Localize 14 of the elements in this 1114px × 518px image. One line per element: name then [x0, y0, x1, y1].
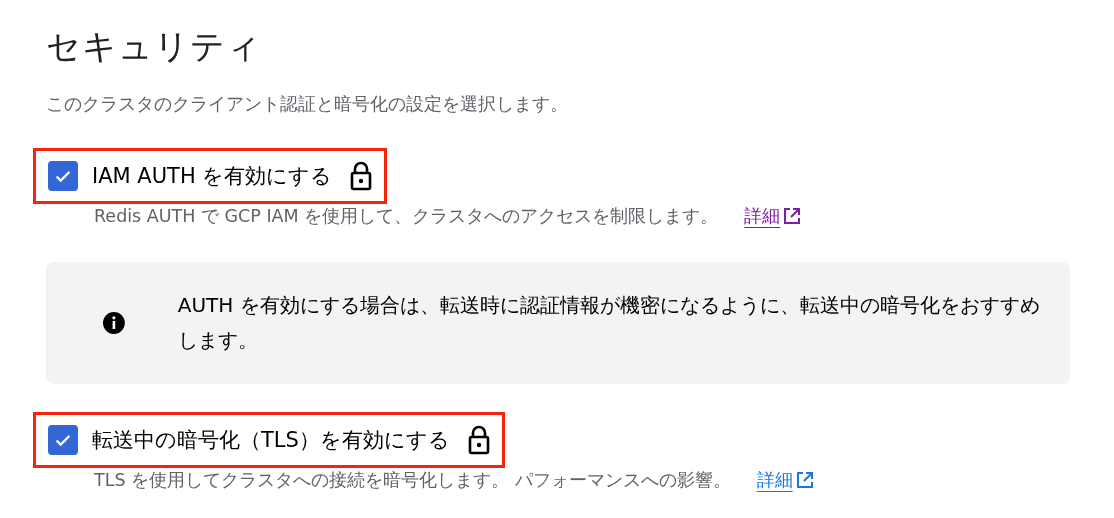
checkbox-label: 転送中の暗号化（TLS）を有効にする — [92, 427, 450, 454]
info-text: AUTH を有効にする場合は、転送時に認証情報が機密になるように、転送中の暗号化をおすすめします。 — [177, 292, 1040, 354]
help-text: TLS を使用してクラスタへの接続を暗号化します。 パフォーマンスへの影響。 — [94, 469, 731, 492]
learn-more-link[interactable]: 詳細 — [744, 204, 781, 228]
learn-more-link[interactable]: 詳細 — [756, 468, 793, 492]
section-title: セキュリティ — [46, 25, 263, 68]
external-link-icon — [782, 206, 803, 226]
help-text: Redis AUTH で GCP IAM を使用して、クラスタへのアクセスを制限します。 — [94, 205, 719, 228]
section-description: このクラスタのクライアント認証と暗号化の設定を選択します。 — [46, 93, 569, 116]
external-link-icon — [794, 470, 815, 490]
checkbox-label: IAM AUTH を有効にする — [92, 163, 333, 190]
checkbox[interactable] — [48, 161, 78, 191]
checkbox[interactable] — [48, 425, 78, 455]
info-icon — [102, 310, 126, 336]
